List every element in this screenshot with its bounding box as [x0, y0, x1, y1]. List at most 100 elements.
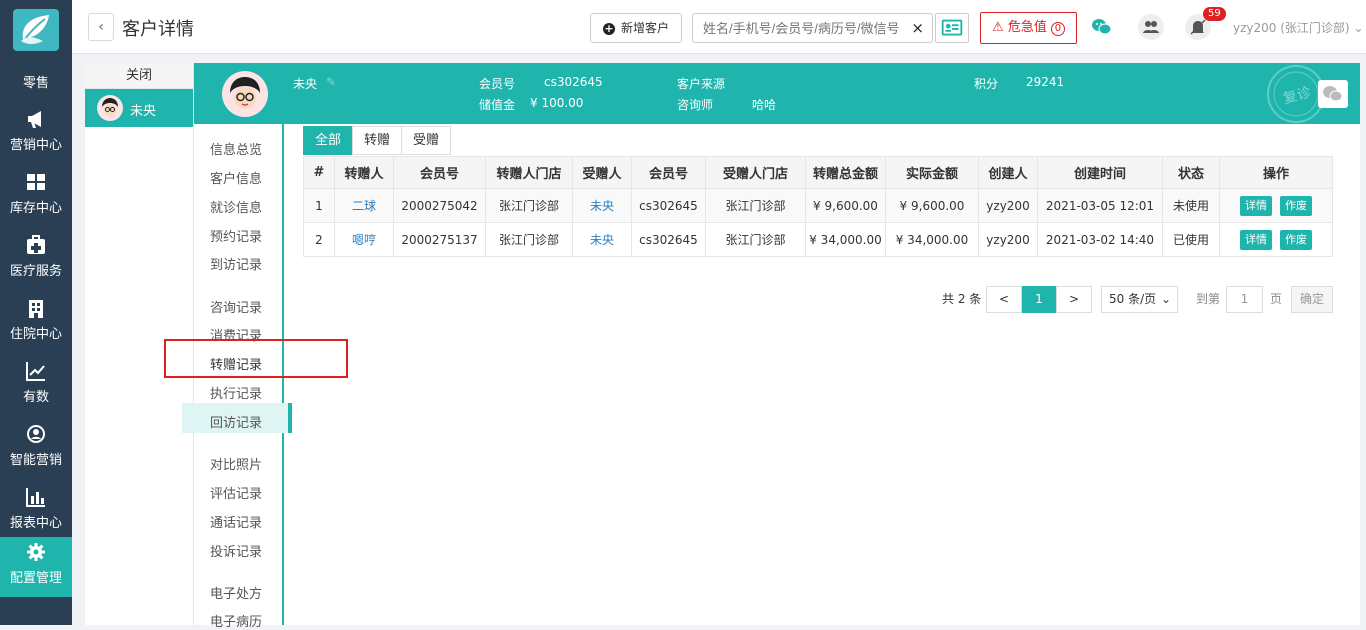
cell-receiver-link[interactable]: 未央: [572, 188, 632, 223]
cell-actual: ¥ 9,600.00: [885, 188, 979, 223]
chevron-down-icon: ⌄: [1353, 21, 1364, 35]
wechat-button[interactable]: [1318, 80, 1348, 108]
page-size-select[interactable]: 50 条/页 ⌄: [1101, 286, 1178, 313]
customer-banner: 未央 ✎ 会员号 cs302645 储值金 ¥ 100.00 客户来源 咨询师 …: [194, 63, 1360, 124]
cell-giver-link[interactable]: 嗯哼: [334, 222, 394, 257]
search-box: ×: [692, 13, 933, 43]
subnav-item[interactable]: 到访记录: [210, 254, 262, 273]
gear-icon: [0, 541, 72, 565]
detail-button[interactable]: 详情: [1240, 229, 1272, 250]
transfer-table: # 转赠人 会员号 转赠人门店 受赠人 会员号 受赠人门店 转赠总金额 实际金额…: [303, 156, 1333, 257]
points-value: 29241: [1026, 75, 1065, 89]
nav-label: 有数: [22, 390, 49, 405]
wechat-icon[interactable]: [1089, 14, 1115, 40]
nav-item-reports[interactable]: 报表中心: [0, 482, 72, 544]
user-menu[interactable]: yzy200 (张江门诊部) ⌄: [1233, 19, 1363, 36]
nav-label: 营销中心: [9, 138, 62, 153]
id-card-icon: [941, 19, 963, 36]
cell-receiver-link[interactable]: 未央: [572, 222, 632, 257]
id-card-button[interactable]: [935, 13, 969, 43]
cell-actual: ¥ 34,000.00: [885, 222, 979, 257]
subnav-item[interactable]: 通话记录: [210, 512, 262, 531]
subnav-active-bar: [288, 403, 292, 433]
next-page-button[interactable]: >: [1056, 286, 1092, 313]
megaphone-icon: [0, 108, 72, 132]
nav-item-inventory[interactable]: 库存中心: [0, 167, 72, 229]
back-button[interactable]: ‹: [88, 13, 114, 41]
subnav-item[interactable]: 回访记录: [210, 412, 262, 431]
goto-confirm-button[interactable]: 确定: [1291, 286, 1333, 313]
nav-label: 医疗服务: [9, 264, 62, 279]
edit-icon[interactable]: ✎: [326, 75, 336, 89]
app-logo[interactable]: [13, 9, 59, 51]
warning-icon: ⚠: [992, 20, 1004, 35]
cell-giver-store: 张江门诊部: [485, 222, 573, 257]
consultant-label: 咨询师: [677, 98, 714, 112]
subnav-item[interactable]: 就诊信息: [210, 197, 262, 216]
col-header: 会员号: [393, 156, 486, 189]
goto-label: 到第: [1196, 292, 1221, 306]
page-title: 客户详情: [122, 19, 194, 40]
void-button[interactable]: 作废: [1280, 195, 1312, 216]
cell-giver-store: 张江门诊部: [485, 188, 573, 223]
cell-status: 未使用: [1162, 188, 1220, 223]
add-customer-label: 新增客户: [620, 21, 669, 35]
nav-item-inpatient[interactable]: 住院中心: [0, 293, 72, 355]
tab-received[interactable]: 受赠: [401, 126, 452, 155]
chevron-down-icon: ⌄: [1160, 292, 1171, 306]
nav-item-smart-marketing[interactable]: 智能营销: [0, 419, 72, 481]
col-header: 状态: [1162, 156, 1220, 189]
subnav-item[interactable]: 预约记录: [210, 226, 262, 245]
highlight-box: [164, 339, 348, 378]
smart-marketing-icon: [0, 423, 72, 447]
cell-time: 2021-03-05 12:01: [1037, 188, 1163, 223]
left-nav: 零售 营销中心 库存中心 医疗服务 住院中心 有数 智能营销 报表中心 配置管理: [0, 0, 72, 625]
subnav-item[interactable]: 执行记录: [210, 383, 262, 402]
nav-item-medical[interactable]: 医疗服务: [0, 230, 72, 292]
page-size-value: 50 条/页: [1109, 292, 1157, 306]
cell-actions: 详情 作废: [1219, 188, 1333, 223]
critical-value-count: 0: [1050, 22, 1065, 36]
add-customer-button[interactable]: + 新增客户: [590, 13, 682, 43]
subnav-item[interactable]: 客户信息: [210, 168, 262, 187]
void-button[interactable]: 作废: [1280, 229, 1312, 250]
cell-status: 已使用: [1162, 222, 1220, 257]
member-value: cs302645: [544, 75, 603, 89]
clear-search-icon[interactable]: ×: [911, 19, 924, 37]
search-input[interactable]: [693, 14, 908, 42]
subnav-item[interactable]: 咨询记录: [210, 297, 262, 316]
page-number-button[interactable]: 1: [1022, 286, 1056, 313]
group-icon[interactable]: [1138, 14, 1164, 40]
nav-label: 住院中心: [9, 327, 62, 342]
subnav-item[interactable]: 对比照片: [210, 454, 262, 473]
filter-tabs: 全部 转赠 受赠: [303, 126, 452, 155]
col-header: #: [303, 156, 335, 189]
subnav-item[interactable]: 信息总览: [210, 139, 262, 158]
nav-item-marketing[interactable]: 营销中心: [0, 104, 72, 166]
detail-button[interactable]: 详情: [1240, 195, 1272, 216]
subnav-item[interactable]: 电子处方: [210, 583, 262, 602]
cell-no: 1: [303, 188, 335, 223]
close-tab-button[interactable]: 关闭: [85, 63, 193, 89]
nav-item-config[interactable]: 配置管理: [0, 537, 72, 597]
cell-giver-link[interactable]: 二球: [334, 188, 394, 223]
subnav-item[interactable]: 投诉记录: [210, 541, 262, 560]
cell-creator: yzy200: [978, 222, 1038, 257]
tab-all[interactable]: 全部: [303, 126, 354, 155]
subnav-item[interactable]: 电子病历: [210, 611, 262, 630]
customer-tab-name: 未央: [130, 104, 157, 119]
customer-tab[interactable]: 未央: [85, 89, 193, 127]
col-header: 会员号: [631, 156, 706, 189]
table-header-row: # 转赠人 会员号 转赠人门店 受赠人 会员号 受赠人门店 转赠总金额 实际金额…: [303, 156, 1333, 189]
nav-item-data[interactable]: 有数: [0, 356, 72, 418]
prev-page-button[interactable]: <: [986, 286, 1022, 313]
top-header: ‹ 客户详情 + 新增客户 × ⚠ 危急值 0 59 yzy200 (张江门诊部)…: [72, 0, 1366, 54]
goto-page-input[interactable]: 1: [1226, 286, 1263, 313]
tab-transfer[interactable]: 转赠: [352, 126, 403, 155]
cell-no: 2: [303, 222, 335, 257]
customer-name: 未央: [293, 77, 318, 91]
critical-value-button[interactable]: ⚠ 危急值 0: [980, 12, 1077, 44]
subnav-item[interactable]: 评估记录: [210, 483, 262, 502]
col-header: 转赠人: [334, 156, 394, 189]
points-label: 积分: [974, 77, 999, 91]
